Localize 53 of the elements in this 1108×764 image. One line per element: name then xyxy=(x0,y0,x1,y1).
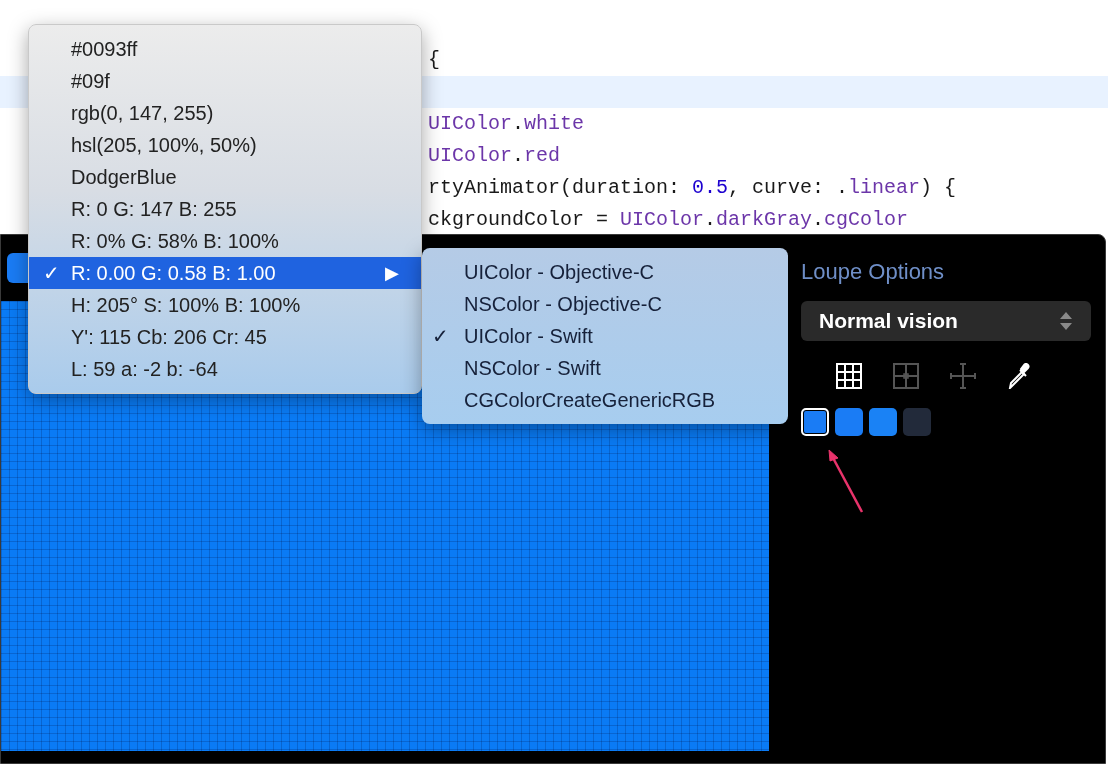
vision-select[interactable]: Normal vision xyxy=(801,301,1091,341)
color-swatch[interactable] xyxy=(869,408,897,436)
submenu-item[interactable]: NSColor - Objective-C xyxy=(422,288,788,320)
crosshair-icon[interactable] xyxy=(950,363,976,389)
menu-item-label: #09f xyxy=(71,69,111,94)
submenu-item-label: NSColor - Swift xyxy=(464,356,601,381)
submenu-item-label: UIColor - Objective-C xyxy=(464,260,655,285)
code-line: ckgroundColor = UIColor.darkGray.cgColor xyxy=(428,208,909,231)
menu-item[interactable]: R: 0 G: 147 B: 255 xyxy=(29,193,421,225)
menu-item[interactable]: rgb(0, 147, 255) xyxy=(29,97,421,129)
code-line: UIColor.red xyxy=(428,144,561,167)
menu-item[interactable]: #09f xyxy=(29,65,421,97)
stepper-icon xyxy=(1059,310,1073,332)
submenu-item[interactable]: UIColor - Objective-C xyxy=(422,256,788,288)
menu-item-label: R: 0% G: 58% B: 100% xyxy=(71,229,280,254)
checkmark: ✓ xyxy=(43,261,61,286)
color-swatch[interactable] xyxy=(801,408,829,436)
menu-item-label: R: 0 G: 147 B: 255 xyxy=(71,197,238,222)
submenu-item-label: UIColor - Swift xyxy=(464,324,593,349)
menu-item-label: Y': 115 Cb: 206 Cr: 45 xyxy=(71,325,268,350)
menu-item[interactable]: R: 0% G: 58% B: 100% xyxy=(29,225,421,257)
menu-item-label: H: 205° S: 100% B: 100% xyxy=(71,293,302,318)
quadrant-icon[interactable] xyxy=(893,363,919,389)
menu-item-label: DodgerBlue xyxy=(71,165,178,190)
color-swatch[interactable] xyxy=(835,408,863,436)
code-line: UIColor.white xyxy=(428,112,585,135)
eyedropper-icon[interactable] xyxy=(1007,363,1033,389)
menu-item[interactable]: #0093ff xyxy=(29,33,421,65)
menu-item[interactable]: hsl(205, 100%, 50%) xyxy=(29,129,421,161)
grid-icon[interactable] xyxy=(836,363,862,389)
submenu-arrow: ▶ xyxy=(385,261,399,285)
submenu-item[interactable]: CGColorCreateGenericRGB xyxy=(422,384,788,416)
menu-item-label: rgb(0, 147, 255) xyxy=(71,101,215,126)
checkmark: ✓ xyxy=(432,324,450,349)
menu-item[interactable]: Y': 115 Cb: 206 Cr: 45 xyxy=(29,321,421,353)
submenu-item-label: NSColor - Objective-C xyxy=(464,292,662,317)
menu-item-label: R: 0.00 G: 0.58 B: 1.00 xyxy=(71,261,277,286)
menu-item-label: L: 59 a: -2 b: -64 xyxy=(71,357,219,382)
submenu-item[interactable]: NSColor - Swift xyxy=(422,352,788,384)
code-line: { xyxy=(428,48,440,71)
menu-item[interactable]: L: 59 a: -2 b: -64 xyxy=(29,353,421,385)
annotation-arrow xyxy=(826,448,864,514)
panel-title: Loupe Options xyxy=(801,258,946,286)
menu-item-label: hsl(205, 100%, 50%) xyxy=(71,133,258,158)
submenu-item[interactable]: ✓ UIColor - Swift xyxy=(422,320,788,352)
color-swatch[interactable] xyxy=(903,408,931,436)
submenu-item-label: CGColorCreateGenericRGB xyxy=(464,388,716,413)
menu-item[interactable]: ✓ R: 0.00 G: 0.58 B: 1.00 ▶ xyxy=(29,257,421,289)
menu-item-label: #0093ff xyxy=(71,37,139,62)
menu-item[interactable]: DodgerBlue xyxy=(29,161,421,193)
code-line: rtyAnimator(duration: 0.5, curve: .linear) { xyxy=(428,176,957,199)
select-value: Normal vision xyxy=(819,308,958,335)
menu-item[interactable]: H: 205° S: 100% B: 100% xyxy=(29,289,421,321)
